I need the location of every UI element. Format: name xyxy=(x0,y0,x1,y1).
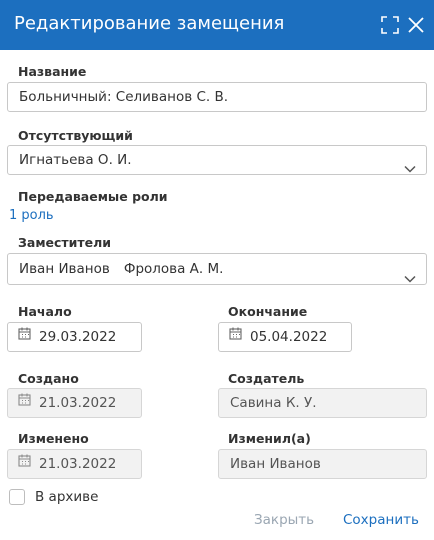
end-label: Окончание xyxy=(228,304,308,319)
absent-value: Игнатьева О. И. xyxy=(19,152,132,168)
close-icon[interactable] xyxy=(406,15,426,35)
calendar-icon xyxy=(229,323,242,350)
start-label: Начало xyxy=(18,304,72,319)
name-value: Больничный: Селиванов С. В. xyxy=(19,89,229,105)
close-button[interactable]: Закрыть xyxy=(254,512,314,528)
name-label: Название xyxy=(18,64,87,79)
dialog-title: Редактирование замещения xyxy=(14,13,285,34)
chevron-down-icon xyxy=(404,264,416,284)
deputy-tag: Фролова А. М. xyxy=(123,261,224,277)
calendar-icon xyxy=(18,389,31,416)
end-date-input[interactable]: 05.04.2022 xyxy=(218,322,352,352)
end-date-value: 05.04.2022 xyxy=(250,329,328,345)
archive-checkbox[interactable] xyxy=(9,489,25,505)
modified-date-value: 21.03.2022 xyxy=(39,456,117,472)
creator-label: Создатель xyxy=(228,371,305,386)
deputies-select[interactable]: Иван Иванов Фролова А. М. xyxy=(7,253,427,285)
created-label: Создано xyxy=(18,371,79,386)
modifier-value: Иван Иванов xyxy=(230,456,321,472)
chevron-down-icon xyxy=(404,155,416,174)
dialog-header: Редактирование замещения xyxy=(0,0,434,50)
modifier-label: Изменил(а) xyxy=(228,431,311,446)
start-date-input[interactable]: 29.03.2022 xyxy=(7,322,142,352)
name-input[interactable]: Больничный: Селиванов С. В. xyxy=(7,82,427,112)
deputies-label: Заместители xyxy=(18,235,112,250)
start-date-value: 29.03.2022 xyxy=(39,329,117,345)
archive-label[interactable]: В архиве xyxy=(35,489,98,505)
modified-date-field: 21.03.2022 xyxy=(7,449,142,479)
save-button[interactable]: Сохранить xyxy=(343,512,419,528)
absent-label: Отсутствующий xyxy=(18,128,133,143)
absent-select[interactable]: Игнатьева О. И. xyxy=(7,145,427,175)
maximize-icon[interactable] xyxy=(380,15,400,35)
created-date-field: 21.03.2022 xyxy=(7,388,142,418)
roles-label: Передаваемые роли xyxy=(18,189,168,204)
modifier-field: Иван Иванов xyxy=(218,449,427,479)
creator-field: Савина К. У. xyxy=(218,388,427,418)
calendar-icon xyxy=(18,450,31,477)
roles-link[interactable]: 1 роль xyxy=(9,208,54,223)
creator-value: Савина К. У. xyxy=(230,395,317,411)
modified-label: Изменено xyxy=(18,431,89,446)
created-date-value: 21.03.2022 xyxy=(39,395,117,411)
deputy-tag: Иван Иванов xyxy=(19,261,110,277)
calendar-icon xyxy=(18,323,31,350)
